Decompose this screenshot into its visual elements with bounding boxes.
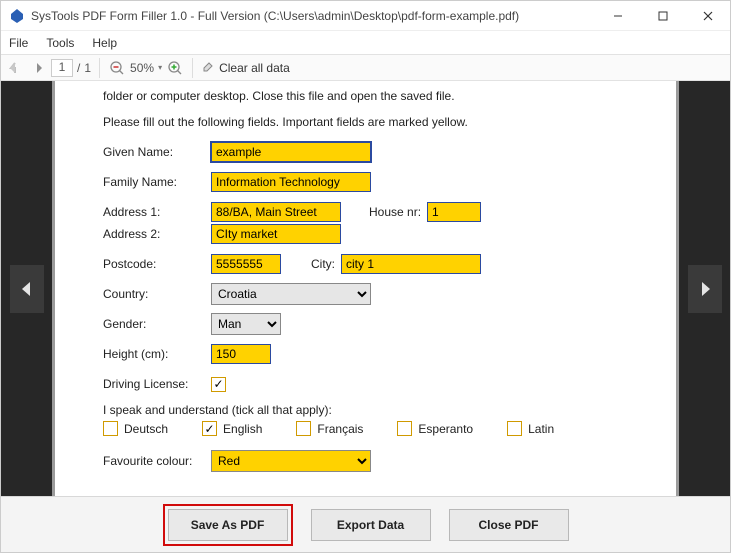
app-icon xyxy=(9,8,25,24)
close-pdf-button[interactable]: Close PDF xyxy=(449,509,569,541)
clear-all-data-button[interactable]: Clear all data xyxy=(201,59,290,76)
hint-fill: Please fill out the following fields. Im… xyxy=(103,115,638,129)
address1-input[interactable] xyxy=(211,202,341,222)
export-data-button[interactable]: Export Data xyxy=(311,509,431,541)
lang-francais-label: Français xyxy=(317,422,363,436)
lang-english-checkbox[interactable] xyxy=(202,421,217,436)
label-height: Height (cm): xyxy=(103,347,211,361)
lang-francais-checkbox[interactable] xyxy=(296,421,311,436)
zoom-dropdown-icon[interactable]: ▾ xyxy=(158,63,162,72)
menu-help[interactable]: Help xyxy=(92,36,117,50)
zoom-out-icon[interactable] xyxy=(108,59,126,77)
family-name-input[interactable] xyxy=(211,172,371,192)
label-gender: Gender: xyxy=(103,317,211,331)
lang-deutsch-checkbox[interactable] xyxy=(103,421,118,436)
label-house-nr: House nr: xyxy=(369,205,421,219)
toolbar: 1 / 1 50% ▾ Clear all data xyxy=(1,55,730,81)
page-sep: / xyxy=(77,61,80,75)
driving-license-checkbox[interactable] xyxy=(211,377,226,392)
postcode-input[interactable] xyxy=(211,254,281,274)
lang-esperanto-label: Esperanto xyxy=(418,422,473,436)
label-address2: Address 2: xyxy=(103,227,211,241)
address2-input[interactable] xyxy=(211,224,341,244)
zoom-in-icon[interactable] xyxy=(166,59,184,77)
city-input[interactable] xyxy=(341,254,481,274)
label-family-name: Family Name: xyxy=(103,175,211,189)
page-number-input[interactable]: 1 xyxy=(51,59,73,77)
page-total: 1 xyxy=(84,61,91,75)
menu-tools[interactable]: Tools xyxy=(46,36,74,50)
titlebar: SysTools PDF Form Filler 1.0 - Full Vers… xyxy=(1,1,730,31)
label-postcode: Postcode: xyxy=(103,257,211,271)
label-city: City: xyxy=(311,257,335,271)
pdf-viewer: folder or computer desktop. Close this f… xyxy=(1,81,730,496)
maximize-button[interactable] xyxy=(640,1,685,31)
lang-esperanto-checkbox[interactable] xyxy=(397,421,412,436)
save-as-pdf-button[interactable]: Save As PDF xyxy=(168,509,288,541)
scroll-right-button[interactable] xyxy=(688,265,722,313)
height-input[interactable] xyxy=(211,344,271,364)
left-strip xyxy=(1,81,55,496)
gender-select[interactable]: Man xyxy=(211,313,281,335)
clear-label: Clear all data xyxy=(219,61,290,75)
fav-colour-select[interactable]: Red xyxy=(211,450,371,472)
menu-file[interactable]: File xyxy=(9,36,28,50)
bottom-bar: Save As PDF Export Data Close PDF xyxy=(1,496,730,552)
scroll-left-button[interactable] xyxy=(10,265,44,313)
eraser-icon xyxy=(201,59,215,76)
country-select[interactable]: Croatia xyxy=(211,283,371,305)
label-driving: Driving License: xyxy=(103,377,211,391)
hint-top: folder or computer desktop. Close this f… xyxy=(103,89,638,103)
lang-deutsch-label: Deutsch xyxy=(124,422,168,436)
pdf-page: folder or computer desktop. Close this f… xyxy=(55,81,676,496)
label-country: Country: xyxy=(103,287,211,301)
close-window-button[interactable] xyxy=(685,1,730,31)
minimize-button[interactable] xyxy=(595,1,640,31)
window-title: SysTools PDF Form Filler 1.0 - Full Vers… xyxy=(31,9,595,23)
menubar: File Tools Help xyxy=(1,31,730,55)
label-address1: Address 1: xyxy=(103,205,211,219)
label-fav-colour: Favourite colour: xyxy=(103,454,211,468)
label-lang-intro: I speak and understand (tick all that ap… xyxy=(103,403,638,417)
label-given-name: Given Name: xyxy=(103,145,211,159)
house-nr-input[interactable] xyxy=(427,202,481,222)
lang-english-label: English xyxy=(223,422,262,436)
given-name-input[interactable] xyxy=(211,142,371,162)
right-strip xyxy=(676,81,730,496)
save-pdf-highlight: Save As PDF xyxy=(163,504,293,546)
lang-latin-checkbox[interactable] xyxy=(507,421,522,436)
next-page-arrow-icon[interactable] xyxy=(29,60,45,76)
prev-page-arrow-icon[interactable] xyxy=(7,60,23,76)
lang-latin-label: Latin xyxy=(528,422,554,436)
zoom-value[interactable]: 50% xyxy=(130,61,154,75)
